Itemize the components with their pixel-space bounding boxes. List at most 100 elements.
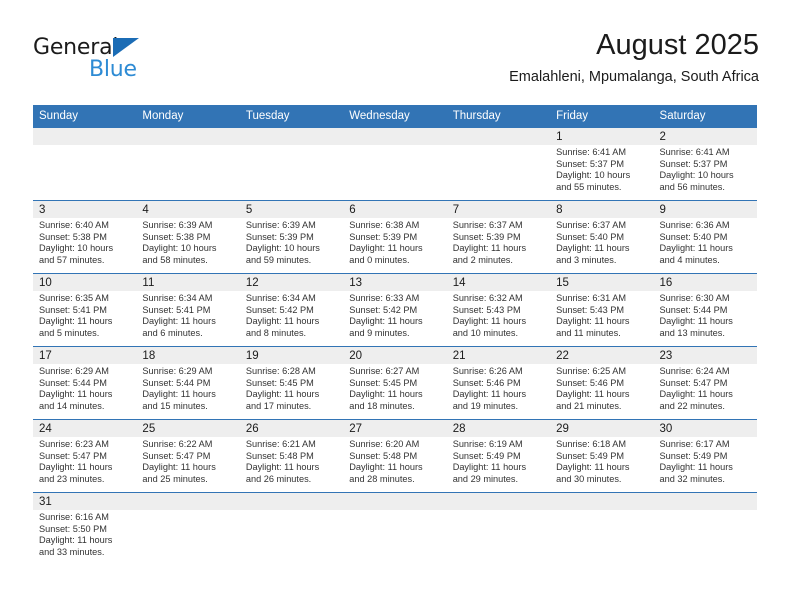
- day-details: Sunrise: 6:20 AM Sunset: 5:48 PM Daylight:…: [343, 437, 446, 485]
- calendar-day-cell[interactable]: 29 Sunrise: 6:18 AM Sunset: 5:49 PM Dayligh…: [550, 419, 654, 493]
- day-number: [136, 493, 240, 510]
- calendar-day-cell[interactable]: 3 Sunrise: 6:40 AM Sunset: 5:38 PM Daylight…: [33, 200, 137, 274]
- day-cell-inner: 28 Sunrise: 6:19 AM Sunset: 5:49 PM Dayligh…: [446, 420, 551, 492]
- sunrise-text: Sunrise: 6:39 AM: [245, 220, 316, 230]
- day-cell-inner: 8 Sunrise: 6:37 AM Sunset: 5:40 PM Daylight…: [550, 201, 654, 273]
- calendar-day-cell[interactable]: 17 Sunrise: 6:29 AM Sunset: 5:44 PM Dayligh…: [33, 346, 137, 420]
- calendar-day-cell[interactable]: 8 Sunrise: 6:37 AM Sunset: 5:40 PM Daylight…: [550, 200, 654, 274]
- day-cell-inner: 15 Sunrise: 6:31 AM Sunset: 5:43 PM Dayligh…: [550, 274, 654, 346]
- daylight-text-line2: and 14 minutes.: [39, 400, 105, 411]
- daylight-text-line1: Daylight: 11 hours: [659, 316, 733, 327]
- sunset-text: Sunset: 5:42 PM: [245, 304, 314, 315]
- page-header: General Blue August 2025 Emalahleni, Mpu…: [33, 28, 759, 98]
- sunrise-text: Sunrise: 6:39 AM: [142, 220, 213, 230]
- day-cell-inner: 27 Sunrise: 6:20 AM Sunset: 5:48 PM Dayligh…: [343, 420, 447, 492]
- calendar-day-cell[interactable]: 2 Sunrise: 6:41 AM Sunset: 5:37 PM Daylight…: [653, 127, 757, 201]
- day-cell-inner: 6 Sunrise: 6:38 AM Sunset: 5:39 PM Daylight…: [343, 201, 447, 273]
- calendar-day-cell[interactable]: 7 Sunrise: 6:37 AM Sunset: 5:39 PM Daylight…: [446, 200, 551, 274]
- calendar-day-cell[interactable]: 1 Sunrise: 6:41 AM Sunset: 5:37 PM Daylight…: [550, 127, 654, 201]
- day-number: [136, 128, 240, 145]
- day-cell-inner: 1 Sunrise: 6:41 AM Sunset: 5:37 PM Daylight…: [550, 128, 654, 200]
- calendar-day-cell[interactable]: 9 Sunrise: 6:36 AM Sunset: 5:40 PM Daylight…: [653, 200, 757, 274]
- calendar-week-row: 3 Sunrise: 6:40 AM Sunset: 5:38 PM Daylight…: [33, 200, 757, 274]
- calendar-day-cell[interactable]: 13 Sunrise: 6:33 AM Sunset: 5:42 PM Dayligh…: [343, 273, 447, 347]
- calendar-day-cell[interactable]: 12 Sunrise: 6:34 AM Sunset: 5:42 PM Dayligh…: [239, 273, 344, 347]
- day-cell-inner: 12 Sunrise: 6:34 AM Sunset: 5:42 PM Dayligh…: [239, 274, 344, 346]
- day-details: Sunrise: 6:17 AM Sunset: 5:49 PM Daylight:…: [654, 437, 757, 485]
- general-blue-logo[interactable]: General Blue: [33, 36, 213, 90]
- daylight-text-line1: Daylight: 11 hours: [349, 243, 423, 254]
- daylight-text-line1: Daylight: 11 hours: [556, 389, 630, 400]
- calendar-day-cell[interactable]: 19 Sunrise: 6:28 AM Sunset: 5:45 PM Dayligh…: [239, 346, 344, 420]
- calendar-day-cell[interactable]: 25 Sunrise: 6:22 AM Sunset: 5:47 PM Dayligh…: [136, 419, 240, 493]
- day-cell-inner: 19 Sunrise: 6:28 AM Sunset: 5:45 PM Dayligh…: [239, 347, 344, 419]
- calendar-week-row: 1 Sunrise: 6:41 AM Sunset: 5:37 PM Daylight…: [33, 127, 757, 201]
- calendar-day-cell[interactable]: 31 Sunrise: 6:16 AM Sunset: 5:50 PM Dayligh…: [33, 492, 137, 565]
- calendar-day-cell[interactable]: 16 Sunrise: 6:30 AM Sunset: 5:44 PM Dayligh…: [653, 273, 757, 347]
- day-number: 16: [653, 274, 757, 291]
- calendar-day-cell[interactable]: 23 Sunrise: 6:24 AM Sunset: 5:47 PM Dayligh…: [653, 346, 757, 420]
- calendar-day-cell[interactable]: 4 Sunrise: 6:39 AM Sunset: 5:38 PM Daylight…: [136, 200, 240, 274]
- day-cell-inner: [239, 128, 344, 200]
- day-number: 11: [136, 274, 240, 291]
- sunrise-text: Sunrise: 6:20 AM: [349, 439, 420, 449]
- sunset-text: Sunset: 5:44 PM: [659, 304, 728, 315]
- daylight-text-line1: Daylight: 11 hours: [245, 462, 320, 473]
- daylight-text-line1: Daylight: 11 hours: [556, 316, 630, 327]
- day-cell-inner: [136, 128, 240, 200]
- calendar-day-cell[interactable]: 15 Sunrise: 6:31 AM Sunset: 5:43 PM Dayligh…: [550, 273, 654, 347]
- sunset-text: Sunset: 5:45 PM: [245, 377, 314, 388]
- sunset-text: Sunset: 5:40 PM: [556, 231, 625, 242]
- day-cell-inner: 26 Sunrise: 6:21 AM Sunset: 5:48 PM Dayligh…: [239, 420, 344, 492]
- sunset-text: Sunset: 5:50 PM: [39, 523, 107, 534]
- weekday-header-thursday: Thursday: [446, 105, 551, 128]
- day-details: Sunrise: 6:22 AM Sunset: 5:47 PM Daylight:…: [136, 437, 239, 485]
- location-subtitle: Emalahleni, Mpumalanga, South Africa: [509, 69, 759, 85]
- day-cell-inner: 31 Sunrise: 6:16 AM Sunset: 5:50 PM Dayligh…: [33, 493, 137, 565]
- sunrise-text: Sunrise: 6:27 AM: [349, 366, 420, 376]
- sunrise-text: Sunrise: 6:18 AM: [556, 439, 627, 449]
- daylight-text-line1: Daylight: 11 hours: [142, 462, 216, 473]
- day-cell-inner: [343, 128, 447, 200]
- calendar-day-cell[interactable]: 5 Sunrise: 6:39 AM Sunset: 5:39 PM Daylight…: [239, 200, 344, 274]
- day-number: [343, 128, 447, 145]
- day-details: Sunrise: 6:36 AM Sunset: 5:40 PM Daylight:…: [654, 218, 757, 266]
- calendar-day-cell[interactable]: 28 Sunrise: 6:19 AM Sunset: 5:49 PM Dayligh…: [446, 419, 551, 493]
- sunset-text: Sunset: 5:43 PM: [556, 304, 625, 315]
- day-cell-inner: 30 Sunrise: 6:17 AM Sunset: 5:49 PM Dayligh…: [653, 420, 757, 492]
- day-number: 9: [653, 201, 757, 218]
- calendar-day-cell[interactable]: 22 Sunrise: 6:25 AM Sunset: 5:46 PM Dayligh…: [550, 346, 654, 420]
- calendar-day-cell[interactable]: 24 Sunrise: 6:23 AM Sunset: 5:47 PM Dayligh…: [33, 419, 137, 493]
- sunrise-text: Sunrise: 6:26 AM: [452, 366, 523, 376]
- sunrise-text: Sunrise: 6:29 AM: [39, 366, 109, 376]
- calendar-day-cell[interactable]: 11 Sunrise: 6:34 AM Sunset: 5:41 PM Dayligh…: [136, 273, 240, 347]
- day-number: 17: [33, 347, 137, 364]
- day-number: 3: [33, 201, 137, 218]
- calendar-week-row: 17 Sunrise: 6:29 AM Sunset: 5:44 PM Dayligh…: [33, 346, 757, 420]
- daylight-text-line2: and 18 minutes.: [349, 400, 415, 411]
- calendar-day-cell[interactable]: 20 Sunrise: 6:27 AM Sunset: 5:45 PM Dayligh…: [343, 346, 447, 420]
- sunrise-text: Sunrise: 6:21 AM: [245, 439, 316, 449]
- day-cell-inner: 9 Sunrise: 6:36 AM Sunset: 5:40 PM Daylight…: [653, 201, 757, 273]
- calendar-day-cell[interactable]: 30 Sunrise: 6:17 AM Sunset: 5:49 PM Dayligh…: [653, 419, 757, 493]
- calendar-day-cell[interactable]: 27 Sunrise: 6:20 AM Sunset: 5:48 PM Dayligh…: [343, 419, 447, 493]
- calendar-day-cell[interactable]: 10 Sunrise: 6:35 AM Sunset: 5:41 PM Dayligh…: [33, 273, 137, 347]
- daylight-text-line2: and 9 minutes.: [349, 327, 410, 338]
- calendar-day-cell[interactable]: 26 Sunrise: 6:21 AM Sunset: 5:48 PM Dayligh…: [239, 419, 344, 493]
- day-number: 28: [446, 420, 551, 437]
- calendar-day-cell[interactable]: 14 Sunrise: 6:32 AM Sunset: 5:43 PM Dayligh…: [446, 273, 551, 347]
- sunrise-text: Sunrise: 6:25 AM: [556, 366, 627, 376]
- day-details: Sunrise: 6:33 AM Sunset: 5:42 PM Daylight:…: [343, 291, 446, 339]
- calendar-day-cell[interactable]: 21 Sunrise: 6:26 AM Sunset: 5:46 PM Dayligh…: [446, 346, 551, 420]
- sunset-text: Sunset: 5:44 PM: [142, 377, 211, 388]
- day-cell-inner: 20 Sunrise: 6:27 AM Sunset: 5:45 PM Dayligh…: [343, 347, 447, 419]
- calendar-day-cell-empty: [550, 492, 654, 565]
- day-cell-inner: 17 Sunrise: 6:29 AM Sunset: 5:44 PM Dayligh…: [33, 347, 137, 419]
- calendar-day-cell[interactable]: 18 Sunrise: 6:29 AM Sunset: 5:44 PM Dayligh…: [136, 346, 240, 420]
- sunrise-text: Sunrise: 6:34 AM: [142, 293, 213, 303]
- day-cell-inner: 14 Sunrise: 6:32 AM Sunset: 5:43 PM Dayligh…: [446, 274, 551, 346]
- day-details: Sunrise: 6:29 AM Sunset: 5:44 PM Daylight:…: [136, 364, 239, 412]
- daylight-text-line1: Daylight: 11 hours: [39, 316, 113, 327]
- calendar-day-cell[interactable]: 6 Sunrise: 6:38 AM Sunset: 5:39 PM Daylight…: [343, 200, 447, 274]
- day-cell-inner: 5 Sunrise: 6:39 AM Sunset: 5:39 PM Daylight…: [239, 201, 344, 273]
